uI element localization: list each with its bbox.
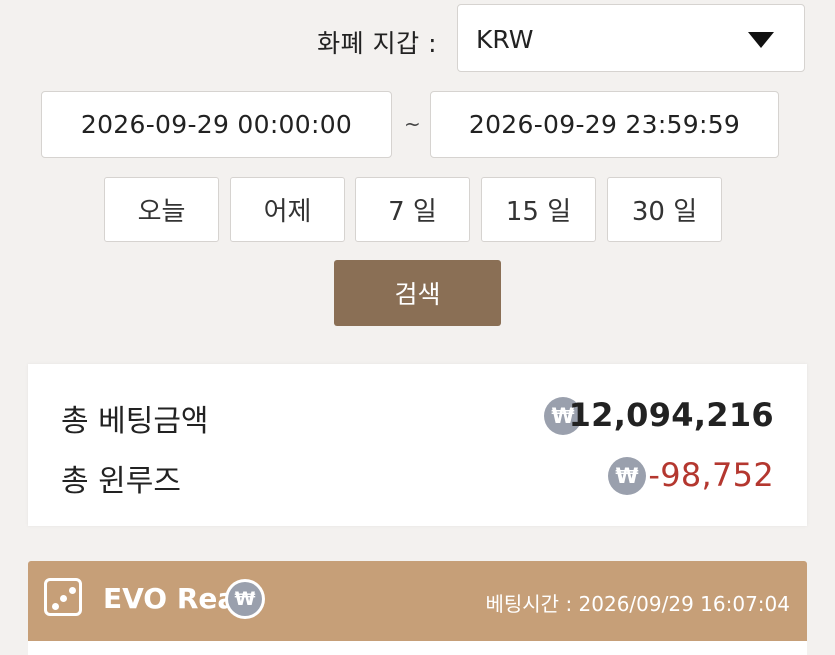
- date-from-input[interactable]: 2026-09-29 00:00:00: [41, 91, 392, 158]
- game-card-header[interactable]: EVO Real ₩ 베팅시간 : 2026/09/29 16:07:04: [28, 561, 807, 641]
- total-winloss-label: 총 윈루즈: [61, 464, 181, 499]
- total-bet-value: 12,094,216: [568, 396, 774, 434]
- quick-range-yesterday-button[interactable]: 어제: [230, 177, 345, 242]
- currency-wallet-row: 화폐 지갑 : KRW: [0, 4, 807, 74]
- betting-history-page: 화폐 지갑 : KRW 2026-09-29 00:00:00 ~ 2026-0…: [0, 0, 835, 655]
- quick-range-30days-button[interactable]: 30 일: [607, 177, 722, 242]
- currency-wallet-select[interactable]: KRW: [457, 4, 805, 72]
- date-range-separator: ~: [404, 112, 421, 136]
- total-winloss-value: -98,752: [648, 456, 774, 494]
- won-currency-symbol: ₩: [228, 582, 262, 616]
- caret-down-icon: [748, 32, 774, 48]
- search-button[interactable]: 검색: [334, 260, 501, 326]
- total-bet-row: 총 베팅금액 ₩ 12,094,216: [28, 390, 807, 440]
- bet-time: 베팅시간 : 2026/09/29 16:07:04: [485, 592, 790, 616]
- currency-wallet-label: 화폐 지갑 :: [317, 29, 437, 58]
- date-to-input[interactable]: 2026-09-29 23:59:59: [430, 91, 779, 158]
- summary-card: 총 베팅금액 ₩ 12,094,216 총 윈루즈 ₩ -98,752: [28, 364, 807, 526]
- currency-selected-value: KRW: [476, 25, 534, 54]
- dice-icon: [44, 578, 82, 616]
- quick-range-15days-button[interactable]: 15 일: [481, 177, 596, 242]
- won-currency-icon: ₩: [225, 579, 265, 619]
- won-currency-icon: ₩: [608, 457, 646, 495]
- total-winloss-row: 총 윈루즈 ₩ -98,752: [28, 450, 807, 500]
- quick-range-today-button[interactable]: 오늘: [104, 177, 219, 242]
- quick-range-7days-button[interactable]: 7 일: [355, 177, 470, 242]
- game-card-body: [28, 641, 807, 655]
- total-bet-label: 총 베팅금액: [61, 404, 209, 439]
